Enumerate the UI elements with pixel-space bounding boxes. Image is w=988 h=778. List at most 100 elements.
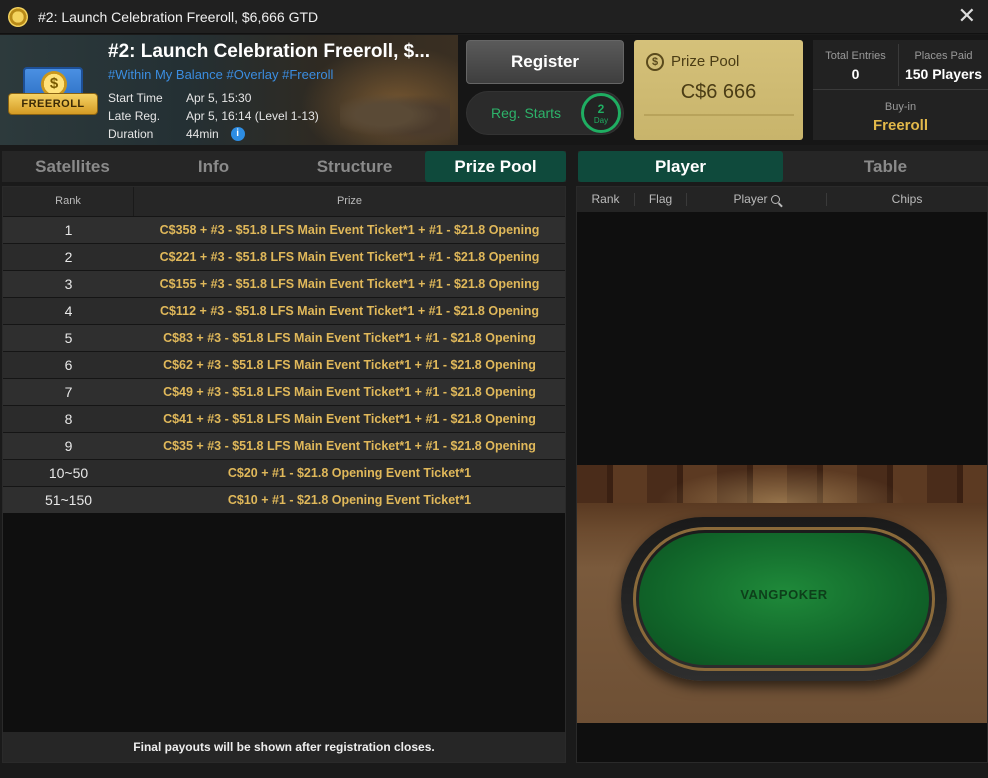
stats-divider (813, 89, 988, 90)
table-row: 7 C$49 + #3 - $51.8 LFS Main Event Ticket… (3, 378, 565, 405)
rank-cell: 51~150 (44, 492, 93, 508)
player-panel: Rank Flag Player Chips VANGPOKER (576, 186, 988, 763)
countdown-value: 2 (597, 102, 605, 116)
prize-pool-box: $ Prize Pool C$6 666 (634, 40, 803, 140)
dollar-circle-icon: $ (646, 53, 664, 71)
table-row: 9 C$35 + #3 - $51.8 LFS Main Event Ticket… (3, 432, 565, 459)
close-icon[interactable]: ✕ (958, 5, 976, 27)
total-entries-label: Total Entries (825, 50, 886, 62)
rank-cell: 10~50 (48, 465, 89, 481)
rank-column-header: Rank (3, 187, 134, 216)
late-reg-label: Late Reg. (108, 109, 161, 123)
tournament-name: #2: Launch Celebration Freeroll, $... (108, 41, 431, 62)
duration-label: Duration (108, 127, 154, 141)
tournament-header: $ FREEROLL #2: Launch Celebration Freero… (0, 35, 988, 145)
tournament-stats: Total Entries 0 Places Paid 150 Players … (813, 40, 988, 140)
prize-table-body: 1 C$358 + #3 - $51.8 LFS Main Event Ticke… (3, 216, 565, 513)
rank-cell: 3 (64, 276, 73, 292)
ceiling-lights (657, 467, 907, 503)
banner-chips-image (340, 90, 450, 140)
player-list (577, 212, 987, 465)
tab-table[interactable]: Table (783, 151, 988, 182)
table-logo: VANGPOKER (740, 587, 828, 602)
prize-table-panel: Rank Prize 1 C$358 + #3 - $51.8 LFS Main … (2, 186, 566, 763)
total-entries-value: 0 (851, 66, 860, 82)
prize-cell: C$221 + #3 - $51.8 LFS Main Event Ticket… (159, 250, 540, 264)
tournament-banner: $ FREEROLL #2: Launch Celebration Freero… (0, 35, 458, 145)
register-button[interactable]: Register (466, 40, 624, 84)
prize-cell: C$49 + #3 - $51.8 LFS Main Event Ticket*… (163, 385, 536, 399)
rank-cell: 1 (64, 222, 73, 238)
player-chips-header: Chips (891, 192, 923, 206)
total-entries: Total Entries 0 (813, 50, 898, 82)
payout-footnote: Final payouts will be shown after regist… (3, 732, 565, 762)
duration-value: 44min (186, 127, 219, 141)
table-row: 5 C$83 + #3 - $51.8 LFS Main Event Ticket… (3, 324, 565, 351)
prize-cell: C$41 + #3 - $51.8 LFS Main Event Ticket*… (163, 412, 536, 426)
lobby-tabs: Satellites Info Structure Prize Pool (2, 151, 566, 182)
tournament-info: Start Time Apr 5, 15:30 Late Reg. Apr 5, 1… (108, 89, 319, 143)
prize-cell: C$112 + #3 - $51.8 LFS Main Event Ticket… (159, 304, 540, 318)
tournament-tags: #Within My Balance #Overlay #Freeroll (108, 67, 334, 82)
start-time-value: Apr 5, 15:30 (186, 91, 252, 105)
table-row: 2 C$221 + #3 - $51.8 LFS Main Event Ticke… (3, 243, 565, 270)
places-paid-label: Places Paid (914, 50, 973, 62)
rank-cell: 5 (64, 330, 73, 346)
table-row: 4 C$112 + #3 - $51.8 LFS Main Event Ticke… (3, 297, 565, 324)
rank-cell: 2 (64, 249, 73, 265)
start-time-label: Start Time (108, 91, 163, 105)
table-row: 1 C$358 + #3 - $51.8 LFS Main Event Ticke… (3, 216, 565, 243)
search-icon[interactable] (770, 195, 780, 204)
rank-cell: 9 (64, 438, 73, 454)
prize-pool-value: C$6 666 (680, 81, 757, 103)
window-title: #2: Launch Celebration Freeroll, $6,666 … (38, 8, 319, 25)
prize-table-header: Rank Prize (3, 187, 565, 216)
player-flag-header: Flag (635, 193, 687, 206)
player-name-header[interactable]: Player (687, 193, 827, 206)
rank-cell: 8 (64, 411, 73, 427)
reg-starts-indicator: Reg. Starts 2 Day (466, 91, 624, 135)
places-paid: Places Paid 150 Players (899, 50, 988, 82)
places-paid-value: 150 Players (904, 66, 983, 82)
player-table-tabs: Player Table (578, 151, 988, 182)
table-row: 6 C$62 + #3 - $51.8 LFS Main Event Ticket… (3, 351, 565, 378)
buy-in-value: Freeroll (872, 117, 929, 134)
buy-in: Buy-in Freeroll (813, 101, 988, 134)
prize-pool-divider (644, 114, 794, 116)
countdown-unit: Day (593, 116, 609, 125)
buy-in-label: Buy-in (884, 101, 917, 113)
prize-cell: C$155 + #3 - $51.8 LFS Main Event Ticket… (159, 277, 540, 291)
rank-cell: 6 (64, 357, 73, 373)
tab-player[interactable]: Player (578, 151, 783, 182)
countdown-ring: 2 Day (581, 93, 621, 133)
prize-cell: C$20 + #1 - $21.8 Opening Event Ticket*1 (227, 466, 472, 480)
rank-cell: 7 (64, 384, 73, 400)
tab-satellites[interactable]: Satellites (2, 151, 143, 182)
player-name-label: Player (733, 192, 768, 206)
player-rank-header: Rank (577, 193, 635, 206)
prize-column-header: Prize (336, 195, 363, 207)
prize-cell: C$83 + #3 - $51.8 LFS Main Event Ticket*… (163, 331, 536, 345)
prize-cell: C$358 + #3 - $51.8 LFS Main Event Ticket… (159, 223, 540, 237)
table-felt: VANGPOKER (639, 533, 929, 665)
prize-cell: C$62 + #3 - $51.8 LFS Main Event Ticket*… (163, 358, 536, 372)
tab-info[interactable]: Info (143, 151, 284, 182)
tab-structure[interactable]: Structure (284, 151, 425, 182)
bottom-strip (0, 764, 988, 778)
freeroll-badge: $ FREEROLL (8, 65, 98, 123)
table-row: 51~150 C$10 + #1 - $21.8 Opening Event Ti… (3, 486, 565, 513)
prize-pool-label: Prize Pool (671, 53, 740, 70)
freeroll-ribbon: FREEROLL (8, 93, 98, 115)
late-reg-value: Apr 5, 16:14 (Level 1-13) (186, 109, 319, 123)
table-row: 3 C$155 + #3 - $51.8 LFS Main Event Ticke… (3, 270, 565, 297)
reg-starts-label: Reg. Starts (491, 105, 562, 121)
app-coin-icon (8, 6, 28, 27)
tab-prize-pool[interactable]: Prize Pool (425, 151, 566, 182)
prize-cell: C$35 + #3 - $51.8 LFS Main Event Ticket*… (163, 439, 536, 453)
table-row: 10~50 C$20 + #1 - $21.8 Opening Event Tic… (3, 459, 565, 486)
info-icon[interactable]: i (230, 127, 245, 141)
prize-cell: C$10 + #1 - $21.8 Opening Event Ticket*1 (227, 493, 472, 507)
title-bar: #2: Launch Celebration Freeroll, $6,666 … (0, 0, 988, 34)
table-row: 8 C$41 + #3 - $51.8 LFS Main Event Ticket… (3, 405, 565, 432)
poker-table-preview: VANGPOKER (577, 465, 987, 723)
